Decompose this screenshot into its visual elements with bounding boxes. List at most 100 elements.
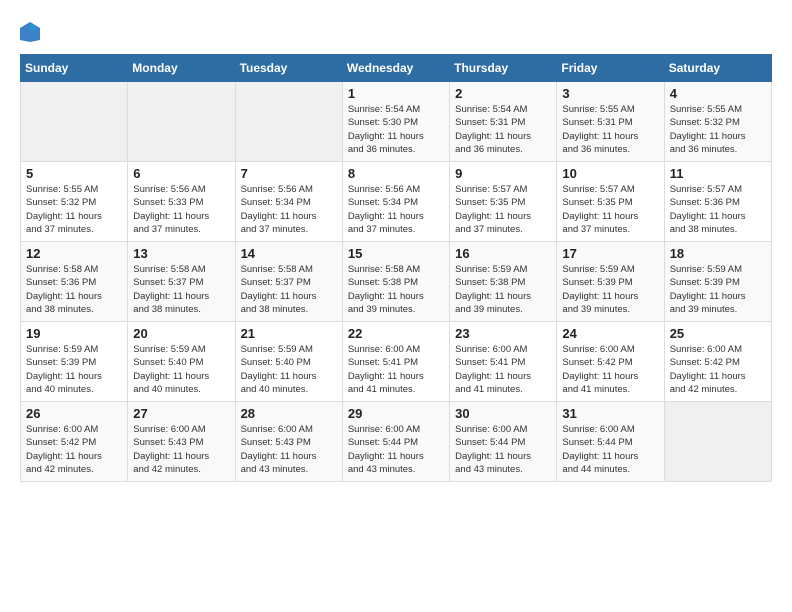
calendar-week-5: 26Sunrise: 6:00 AM Sunset: 5:42 PM Dayli… [21,402,772,482]
day-number: 12 [26,246,122,261]
calendar-cell: 18Sunrise: 5:59 AM Sunset: 5:39 PM Dayli… [664,242,771,322]
day-number: 28 [241,406,337,421]
day-info: Sunrise: 5:54 AM Sunset: 5:31 PM Dayligh… [455,103,551,156]
day-info: Sunrise: 5:58 AM Sunset: 5:36 PM Dayligh… [26,263,122,316]
day-info: Sunrise: 5:56 AM Sunset: 5:34 PM Dayligh… [241,183,337,236]
day-number: 13 [133,246,229,261]
day-number: 15 [348,246,444,261]
calendar-cell: 23 Sunrise: 6:00 AM Sunset: 5:41 PM Dayli… [450,322,557,402]
day-number: 11 [670,166,766,181]
day-info: Sunrise: 5:57 AM Sunset: 5:35 PM Dayligh… [562,183,658,236]
day-number: 27 [133,406,229,421]
day-number: 24 [562,326,658,341]
calendar-cell: 29Sunrise: 6:00 AM Sunset: 5:44 PM Dayli… [342,402,449,482]
day-number: 17 [562,246,658,261]
calendar-week-2: 5 Sunrise: 5:55 AM Sunset: 5:32 PM Daylig… [21,162,772,242]
calendar-cell: 11 Sunrise: 5:57 AM Sunset: 5:36 PM Dayli… [664,162,771,242]
day-info: Sunrise: 5:57 AM Sunset: 5:35 PM Dayligh… [455,183,551,236]
calendar-cell: 26Sunrise: 6:00 AM Sunset: 5:42 PM Dayli… [21,402,128,482]
day-info: Sunrise: 6:00 AM Sunset: 5:44 PM Dayligh… [455,423,551,476]
day-info: Sunrise: 6:00 AM Sunset: 5:43 PM Dayligh… [133,423,229,476]
day-info: Sunrise: 5:55 AM Sunset: 5:32 PM Dayligh… [26,183,122,236]
calendar-cell: 22Sunrise: 6:00 AM Sunset: 5:41 PM Dayli… [342,322,449,402]
day-number: 2 [455,86,551,101]
calendar-cell [128,82,235,162]
day-info: Sunrise: 6:00 AM Sunset: 5:42 PM Dayligh… [670,343,766,396]
day-number: 31 [562,406,658,421]
day-number: 6 [133,166,229,181]
calendar-cell: 12 Sunrise: 5:58 AM Sunset: 5:36 PM Dayli… [21,242,128,322]
day-info: Sunrise: 5:56 AM Sunset: 5:34 PM Dayligh… [348,183,444,236]
weekday-header-row: SundayMondayTuesdayWednesdayThursdayFrid… [21,55,772,82]
calendar-cell [235,82,342,162]
day-number: 5 [26,166,122,181]
weekday-header-monday: Monday [128,55,235,82]
day-info: Sunrise: 5:55 AM Sunset: 5:31 PM Dayligh… [562,103,658,156]
calendar-week-1: 1 Sunrise: 5:54 AM Sunset: 5:30 PM Daylig… [21,82,772,162]
day-number: 22 [348,326,444,341]
calendar-cell: 14Sunrise: 5:58 AM Sunset: 5:37 PM Dayli… [235,242,342,322]
day-info: Sunrise: 5:55 AM Sunset: 5:32 PM Dayligh… [670,103,766,156]
day-number: 8 [348,166,444,181]
day-info: Sunrise: 5:59 AM Sunset: 5:39 PM Dayligh… [562,263,658,316]
calendar-cell: 5 Sunrise: 5:55 AM Sunset: 5:32 PM Daylig… [21,162,128,242]
calendar-table: SundayMondayTuesdayWednesdayThursdayFrid… [20,54,772,482]
day-info: Sunrise: 5:58 AM Sunset: 5:37 PM Dayligh… [133,263,229,316]
day-number: 23 [455,326,551,341]
day-info: Sunrise: 6:00 AM Sunset: 5:42 PM Dayligh… [562,343,658,396]
day-info: Sunrise: 5:56 AM Sunset: 5:33 PM Dayligh… [133,183,229,236]
day-number: 30 [455,406,551,421]
calendar-cell: 1 Sunrise: 5:54 AM Sunset: 5:30 PM Daylig… [342,82,449,162]
day-info: Sunrise: 6:00 AM Sunset: 5:41 PM Dayligh… [455,343,551,396]
calendar-cell: 25 Sunrise: 6:00 AM Sunset: 5:42 PM Dayli… [664,322,771,402]
calendar-cell: 15 Sunrise: 5:58 AM Sunset: 5:38 PM Dayli… [342,242,449,322]
day-number: 16 [455,246,551,261]
calendar-cell: 6 Sunrise: 5:56 AM Sunset: 5:33 PM Daylig… [128,162,235,242]
calendar-cell: 27 Sunrise: 6:00 AM Sunset: 5:43 PM Dayli… [128,402,235,482]
day-number: 18 [670,246,766,261]
day-number: 3 [562,86,658,101]
day-info: Sunrise: 5:58 AM Sunset: 5:37 PM Dayligh… [241,263,337,316]
day-number: 10 [562,166,658,181]
calendar-cell: 7 Sunrise: 5:56 AM Sunset: 5:34 PM Daylig… [235,162,342,242]
calendar-cell [21,82,128,162]
day-info: Sunrise: 5:59 AM Sunset: 5:40 PM Dayligh… [133,343,229,396]
day-info: Sunrise: 5:59 AM Sunset: 5:40 PM Dayligh… [241,343,337,396]
calendar-week-3: 12 Sunrise: 5:58 AM Sunset: 5:36 PM Dayli… [21,242,772,322]
calendar-cell: 30 Sunrise: 6:00 AM Sunset: 5:44 PM Dayli… [450,402,557,482]
day-info: Sunrise: 6:00 AM Sunset: 5:44 PM Dayligh… [348,423,444,476]
day-number: 25 [670,326,766,341]
calendar-cell: 3 Sunrise: 5:55 AM Sunset: 5:31 PM Daylig… [557,82,664,162]
day-number: 1 [348,86,444,101]
day-info: Sunrise: 5:54 AM Sunset: 5:30 PM Dayligh… [348,103,444,156]
weekday-header-saturday: Saturday [664,55,771,82]
weekday-header-tuesday: Tuesday [235,55,342,82]
day-info: Sunrise: 5:59 AM Sunset: 5:39 PM Dayligh… [26,343,122,396]
day-number: 19 [26,326,122,341]
day-number: 9 [455,166,551,181]
logo-icon [20,20,40,44]
day-info: Sunrise: 5:57 AM Sunset: 5:36 PM Dayligh… [670,183,766,236]
calendar-cell: 4 Sunrise: 5:55 AM Sunset: 5:32 PM Daylig… [664,82,771,162]
day-number: 4 [670,86,766,101]
logo [20,20,44,44]
calendar-cell: 20Sunrise: 5:59 AM Sunset: 5:40 PM Dayli… [128,322,235,402]
weekday-header-wednesday: Wednesday [342,55,449,82]
calendar-cell: 21 Sunrise: 5:59 AM Sunset: 5:40 PM Dayli… [235,322,342,402]
page-header [20,20,772,44]
day-info: Sunrise: 5:59 AM Sunset: 5:38 PM Dayligh… [455,263,551,316]
day-info: Sunrise: 6:00 AM Sunset: 5:42 PM Dayligh… [26,423,122,476]
day-info: Sunrise: 5:58 AM Sunset: 5:38 PM Dayligh… [348,263,444,316]
calendar-cell: 28 Sunrise: 6:00 AM Sunset: 5:43 PM Dayli… [235,402,342,482]
calendar-cell: 17 Sunrise: 5:59 AM Sunset: 5:39 PM Dayli… [557,242,664,322]
day-number: 21 [241,326,337,341]
weekday-header-thursday: Thursday [450,55,557,82]
calendar-cell: 2 Sunrise: 5:54 AM Sunset: 5:31 PM Daylig… [450,82,557,162]
calendar-week-4: 19 Sunrise: 5:59 AM Sunset: 5:39 PM Dayli… [21,322,772,402]
day-info: Sunrise: 6:00 AM Sunset: 5:44 PM Dayligh… [562,423,658,476]
calendar-cell [664,402,771,482]
day-number: 7 [241,166,337,181]
calendar-cell: 13 Sunrise: 5:58 AM Sunset: 5:37 PM Dayli… [128,242,235,322]
weekday-header-friday: Friday [557,55,664,82]
day-info: Sunrise: 6:00 AM Sunset: 5:43 PM Dayligh… [241,423,337,476]
